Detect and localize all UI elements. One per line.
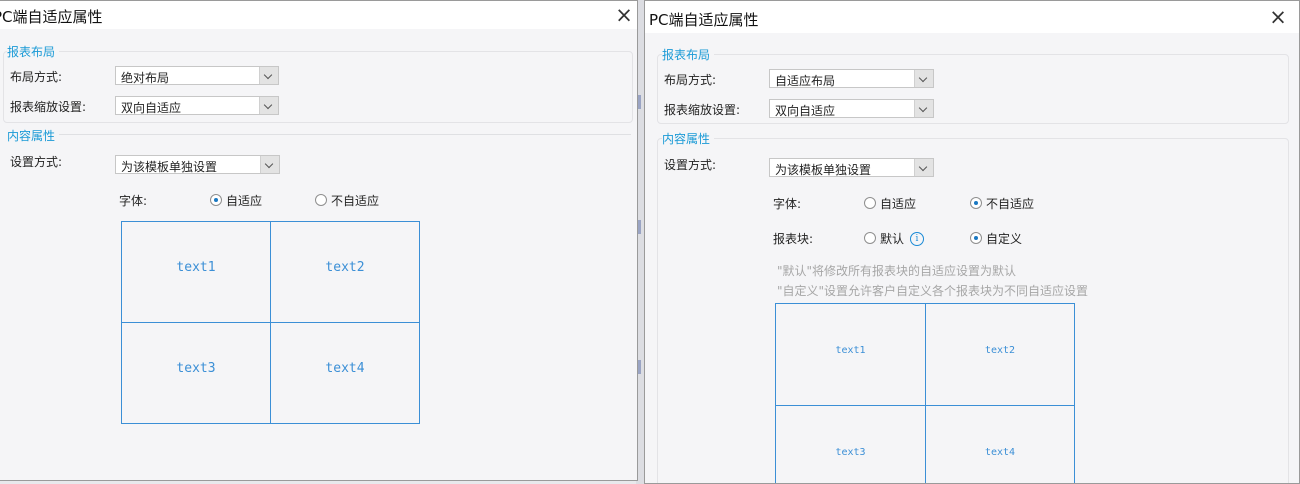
dialog-title: PC端自适应属性 (649, 11, 759, 29)
close-icon[interactable]: × (1267, 7, 1289, 29)
left-adaptive-properties-dialog: PC端自适应属性 × 报表布局 布局方式: 绝对布局 报表缩放设置: 双向自适应… (0, 0, 638, 481)
strip-mark (638, 220, 641, 234)
setting-mode-label: 设置方式: (664, 158, 717, 172)
layout-mode-select[interactable]: 自适应布局 (769, 69, 934, 88)
layout-mode-value: 绝对布局 (121, 71, 170, 85)
font-non-adaptive-radio[interactable]: 不自适应 (970, 195, 1042, 211)
radio-label: 自适应 (226, 194, 263, 208)
radio-label: 自适应 (880, 197, 917, 211)
layout-group-box (3, 51, 633, 123)
setting-mode-label: 设置方式: (10, 155, 63, 169)
scale-setting-select[interactable]: 双向自适应 (115, 96, 279, 115)
setting-mode-value: 为该模板单独设置 (775, 163, 872, 177)
hint-default: "默认"将修改所有报表块的自适应设置为默认 (777, 264, 1017, 278)
dialog-titlebar[interactable]: PC端自适应属性 × (0, 1, 637, 29)
radio-circle[interactable] (864, 197, 876, 209)
chevron-down-icon[interactable] (259, 97, 278, 114)
dialog-titlebar[interactable]: PC端自适应属性 × (645, 1, 1299, 33)
info-icon[interactable]: i (910, 232, 924, 246)
chevron-down-icon[interactable] (914, 100, 933, 117)
strip-mark (638, 95, 641, 109)
radio-circle[interactable] (970, 197, 982, 209)
radio-label: 不自适应 (986, 197, 1035, 211)
preview-cell-text3: text3 (835, 447, 866, 458)
scale-setting-value: 双向自适应 (775, 104, 836, 118)
font-adaptive-radio[interactable]: 自适应 (864, 195, 924, 211)
section-divider (59, 134, 631, 135)
section-title-content: 内容属性 (7, 129, 56, 143)
grid-divider (776, 405, 1074, 406)
preview-cell-text4: text4 (325, 361, 365, 376)
chevron-down-icon[interactable] (914, 159, 933, 176)
preview-grid: text1 text2 text3 text4 (121, 221, 420, 424)
section-title-layout: 报表布局 (662, 46, 715, 63)
layout-mode-select[interactable]: 绝对布局 (115, 66, 279, 85)
scale-setting-label: 报表缩放设置: (664, 103, 741, 117)
layout-mode-value: 自适应布局 (775, 74, 836, 88)
preview-cell-text1: text1 (835, 345, 866, 356)
layout-group-box (657, 54, 1289, 124)
chevron-down-icon[interactable] (260, 156, 279, 173)
radio-circle[interactable] (864, 232, 876, 244)
layout-mode-label: 布局方式: (10, 70, 63, 84)
layout-mode-label: 布局方式: (664, 73, 717, 87)
dialog-title: PC端自适应属性 (0, 8, 103, 26)
setting-mode-select[interactable]: 为该模板单独设置 (769, 158, 934, 177)
preview-cell-text2: text2 (984, 345, 1016, 356)
section-title-layout: 报表布局 (7, 43, 60, 60)
report-block-label: 报表块: (773, 232, 814, 246)
preview-grid: text1 text2 text3 text4 (775, 303, 1075, 483)
block-default-radio[interactable]: 默认 (864, 230, 908, 246)
setting-mode-value: 为该模板单独设置 (121, 160, 218, 174)
chevron-down-icon[interactable] (914, 70, 933, 87)
radio-circle[interactable] (210, 194, 222, 206)
font-adaptive-radio[interactable]: 自适应 (210, 192, 270, 208)
preview-cell-text3: text3 (176, 361, 216, 376)
hint-custom: "自定义"设置允许客户自定义各个报表块为不同自适应设置 (777, 284, 1089, 298)
preview-cell-text4: text4 (984, 447, 1016, 458)
radio-label: 自定义 (986, 232, 1023, 246)
block-custom-radio[interactable]: 自定义 (970, 230, 1030, 246)
scale-setting-value: 双向自适应 (121, 101, 182, 115)
setting-mode-select[interactable]: 为该模板单独设置 (115, 155, 280, 174)
scale-setting-select[interactable]: 双向自适应 (769, 99, 934, 118)
radio-circle[interactable] (970, 232, 982, 244)
right-adaptive-properties-dialog: PC端自适应属性 × 报表布局 布局方式: 自适应布局 报表缩放设置: 双向自适… (644, 0, 1300, 484)
radio-circle[interactable] (315, 194, 327, 206)
chevron-down-icon[interactable] (259, 67, 278, 84)
font-label: 字体: (119, 194, 148, 208)
section-title-content: 内容属性 (662, 130, 715, 147)
close-icon[interactable]: × (613, 5, 635, 27)
scale-setting-label: 报表缩放设置: (10, 100, 87, 114)
radio-label: 默认 (880, 232, 905, 246)
preview-cell-text1: text1 (176, 260, 216, 275)
preview-cell-text2: text2 (325, 260, 365, 275)
radio-label: 不自适应 (331, 194, 380, 208)
font-non-adaptive-radio[interactable]: 不自适应 (315, 192, 387, 208)
grid-divider (122, 322, 419, 323)
strip-mark (638, 360, 641, 374)
font-label: 字体: (773, 197, 802, 211)
